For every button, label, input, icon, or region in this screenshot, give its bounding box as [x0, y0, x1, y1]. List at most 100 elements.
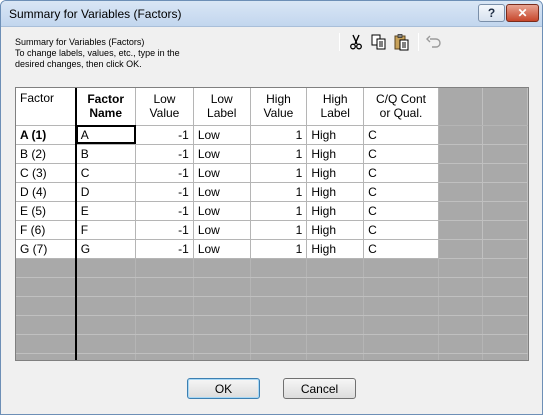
empty-cell: [306, 353, 365, 360]
empty-row: [16, 258, 528, 278]
high-value-cell[interactable]: 1: [250, 144, 308, 164]
header-line: Value: [149, 106, 180, 121]
column-header-factor-name: Factor Name: [75, 88, 137, 126]
table-row: G (7) G -1 Low 1 High C: [16, 239, 528, 259]
high-label-cell[interactable]: High: [306, 220, 365, 240]
empty-row: [16, 296, 528, 316]
empty-cell: [250, 258, 308, 278]
empty-cell: [482, 163, 528, 183]
factor-name-cell[interactable]: C: [75, 163, 137, 183]
empty-cell: [193, 277, 251, 297]
header-line: Low: [153, 92, 176, 107]
empty-cell: [363, 258, 439, 278]
description-line: To change labels, values, etc., type in …: [15, 48, 180, 58]
low-value-cell[interactable]: -1: [135, 201, 194, 221]
low-label-cell[interactable]: Low: [193, 144, 251, 164]
low-label-cell[interactable]: Low: [193, 201, 251, 221]
empty-cell: [135, 258, 194, 278]
cq-cell[interactable]: C: [363, 125, 439, 145]
low-label-cell[interactable]: Low: [193, 220, 251, 240]
cq-cell[interactable]: C: [363, 201, 439, 221]
low-label-cell[interactable]: Low: [193, 182, 251, 202]
low-value-cell[interactable]: -1: [135, 144, 194, 164]
factor-name-cell[interactable]: D: [75, 182, 137, 202]
title-bar[interactable]: Summary for Variables (Factors) ? ✕: [1, 1, 542, 27]
low-label-cell[interactable]: Low: [193, 125, 251, 145]
row-header-cell: F (6): [16, 220, 77, 240]
empty-cell: [75, 315, 137, 335]
high-label-cell[interactable]: High: [306, 182, 365, 202]
edit-toolbar: [339, 30, 530, 54]
cq-cell[interactable]: C: [363, 163, 439, 183]
high-value-cell[interactable]: 1: [250, 201, 308, 221]
high-value-cell[interactable]: 1: [250, 220, 308, 240]
empty-header-cell: [438, 88, 484, 126]
low-value-cell[interactable]: -1: [135, 220, 194, 240]
empty-cell: [482, 296, 528, 316]
empty-row: [16, 353, 528, 360]
cancel-button[interactable]: Cancel: [283, 378, 356, 399]
empty-cell: [193, 296, 251, 316]
high-label-cell[interactable]: High: [306, 239, 365, 259]
empty-cell: [482, 258, 528, 278]
factor-name-cell[interactable]: G: [75, 239, 137, 259]
high-label-cell[interactable]: High: [306, 201, 365, 221]
table-row: F (6) F -1 Low 1 High C: [16, 220, 528, 240]
low-value-cell[interactable]: -1: [135, 239, 194, 259]
high-value-cell[interactable]: 1: [250, 125, 308, 145]
description-text: Summary for Variables (Factors) To chang…: [15, 37, 255, 70]
empty-cell: [16, 277, 77, 297]
empty-cell: [16, 258, 77, 278]
empty-cell: [250, 296, 308, 316]
low-label-cell[interactable]: Low: [193, 239, 251, 259]
column-header-low-label: Low Label: [193, 88, 251, 126]
header-line: High: [266, 92, 291, 107]
high-label-cell[interactable]: High: [306, 163, 365, 183]
low-value-cell[interactable]: -1: [135, 182, 194, 202]
empty-cell: [250, 277, 308, 297]
low-value-cell[interactable]: -1: [135, 163, 194, 183]
factor-name-cell[interactable]: F: [75, 220, 137, 240]
empty-cell: [438, 163, 484, 183]
factor-name-cell[interactable]: A: [75, 125, 137, 145]
high-value-cell[interactable]: 1: [250, 239, 308, 259]
low-value-cell[interactable]: -1: [135, 125, 194, 145]
empty-cell: [16, 315, 77, 335]
cq-cell[interactable]: C: [363, 239, 439, 259]
ok-button[interactable]: OK: [187, 378, 260, 399]
paste-icon[interactable]: [393, 33, 411, 51]
cut-icon[interactable]: [347, 33, 365, 51]
high-value-cell[interactable]: 1: [250, 182, 308, 202]
empty-cell: [438, 182, 484, 202]
header-row: Factor Factor Name Low Value Low Label High…: [16, 88, 528, 126]
cq-cell[interactable]: C: [363, 144, 439, 164]
empty-cell: [250, 353, 308, 360]
header-line: Low: [210, 92, 233, 107]
empty-cell: [16, 334, 77, 354]
cq-cell[interactable]: C: [363, 220, 439, 240]
empty-cell: [482, 201, 528, 221]
empty-cell: [306, 277, 365, 297]
factor-name-cell[interactable]: E: [75, 201, 137, 221]
empty-cell: [438, 334, 484, 354]
empty-cell: [363, 353, 439, 360]
cq-cell[interactable]: C: [363, 182, 439, 202]
close-button[interactable]: ✕: [506, 4, 539, 22]
empty-cell: [438, 220, 484, 240]
high-value-cell[interactable]: 1: [250, 163, 308, 183]
empty-cell: [306, 296, 365, 316]
empty-cell: [193, 353, 251, 360]
factor-name-cell[interactable]: B: [75, 144, 137, 164]
high-label-cell[interactable]: High: [306, 125, 365, 145]
empty-cell: [438, 296, 484, 316]
empty-cell: [482, 277, 528, 297]
row-header-cell: D (4): [16, 182, 77, 202]
undo-icon[interactable]: [425, 33, 443, 51]
table-row: E (5) E -1 Low 1 High C: [16, 201, 528, 221]
factor-summary-grid[interactable]: Factor Factor Name Low Value Low Label High…: [15, 87, 529, 361]
high-label-cell[interactable]: High: [306, 144, 365, 164]
low-label-cell[interactable]: Low: [193, 163, 251, 183]
header-line: Label: [207, 106, 237, 121]
copy-icon[interactable]: [370, 33, 388, 51]
help-button[interactable]: ?: [478, 4, 505, 22]
